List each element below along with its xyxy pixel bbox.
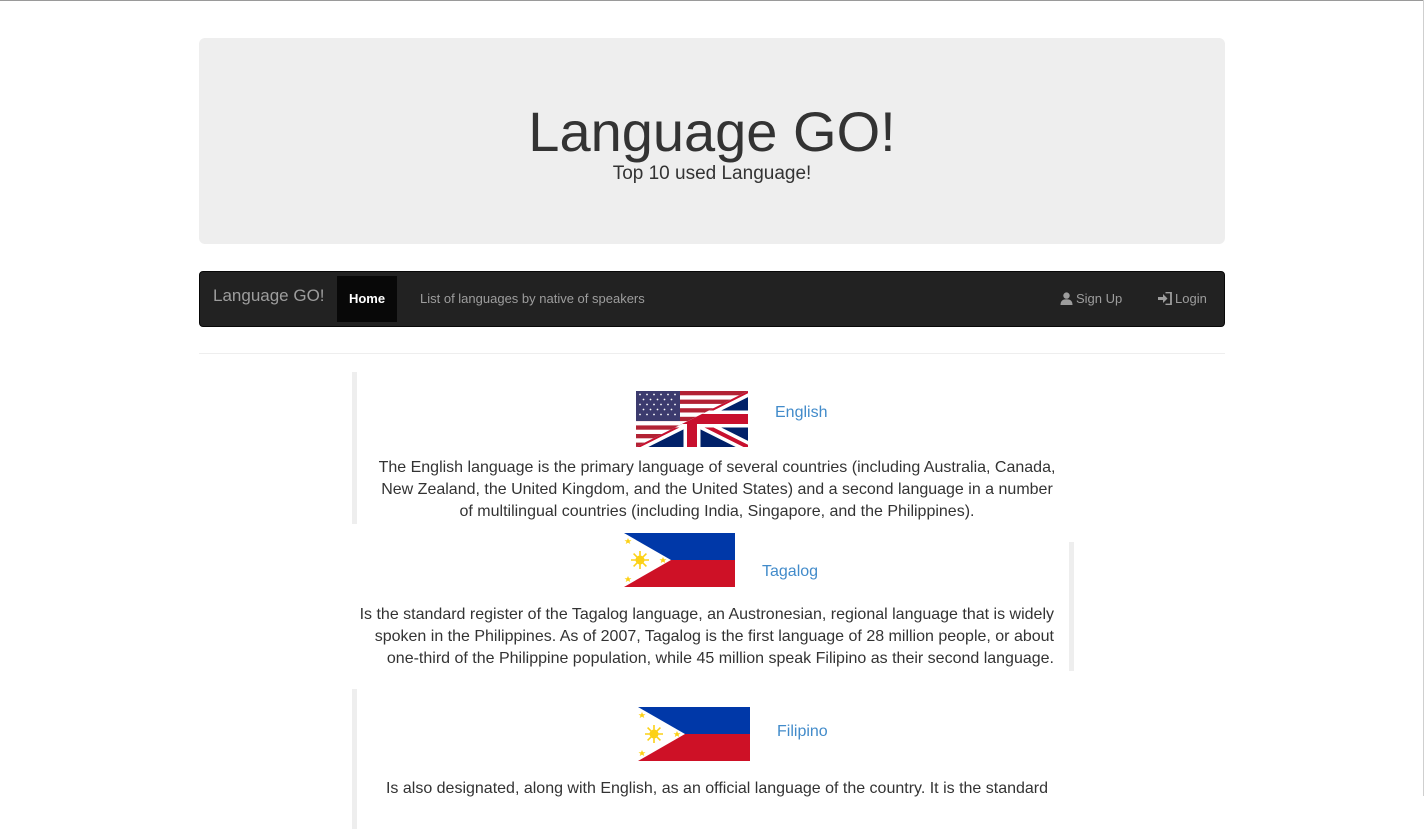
language-description-tagalog: Is the standard register of the Tagalog … [359, 606, 1054, 667]
nav-item-home[interactable]: Home [337, 276, 397, 322]
nav-item-sign-up[interactable]: Sign Up [1060, 272, 1122, 326]
language-item-filipino: Filipino Is also designated, along with … [352, 689, 1059, 829]
us-uk-flag [636, 391, 748, 447]
page-title: Language GO! [528, 100, 896, 163]
language-description-english: The English language is the primary lang… [378, 459, 1056, 520]
log-in-icon [1158, 292, 1172, 305]
philippines-flag [624, 533, 735, 587]
language-link-tagalog[interactable]: Tagalog [762, 562, 818, 582]
language-item-english: English The English language is the prim… [352, 372, 1059, 524]
nav-item-login[interactable]: Login [1158, 272, 1207, 326]
nav-item-language-list[interactable]: List of languages by native of speakers [420, 272, 645, 326]
page-tagline: Top 10 used Language! [612, 163, 812, 184]
navbar-brand[interactable]: Language GO! [213, 272, 325, 322]
top-navbar: Language GO! Home List of languages by n… [199, 271, 1225, 327]
window-top-border [0, 0, 1424, 1]
language-link-filipino[interactable]: Filipino [777, 722, 828, 742]
language-link-english[interactable]: English [775, 403, 827, 423]
section-divider [199, 353, 1225, 354]
jumbotron-header: Language GO! Top 10 used Language! [199, 38, 1225, 244]
sign-up-label: Sign Up [1076, 291, 1123, 306]
language-description-filipino: Is also designated, along with English, … [385, 780, 1049, 797]
login-label: Login [1175, 291, 1207, 306]
philippines-flag [638, 707, 750, 761]
user-icon [1060, 292, 1073, 305]
language-item-tagalog: Tagalog Is the standard register of the … [352, 533, 1074, 671]
